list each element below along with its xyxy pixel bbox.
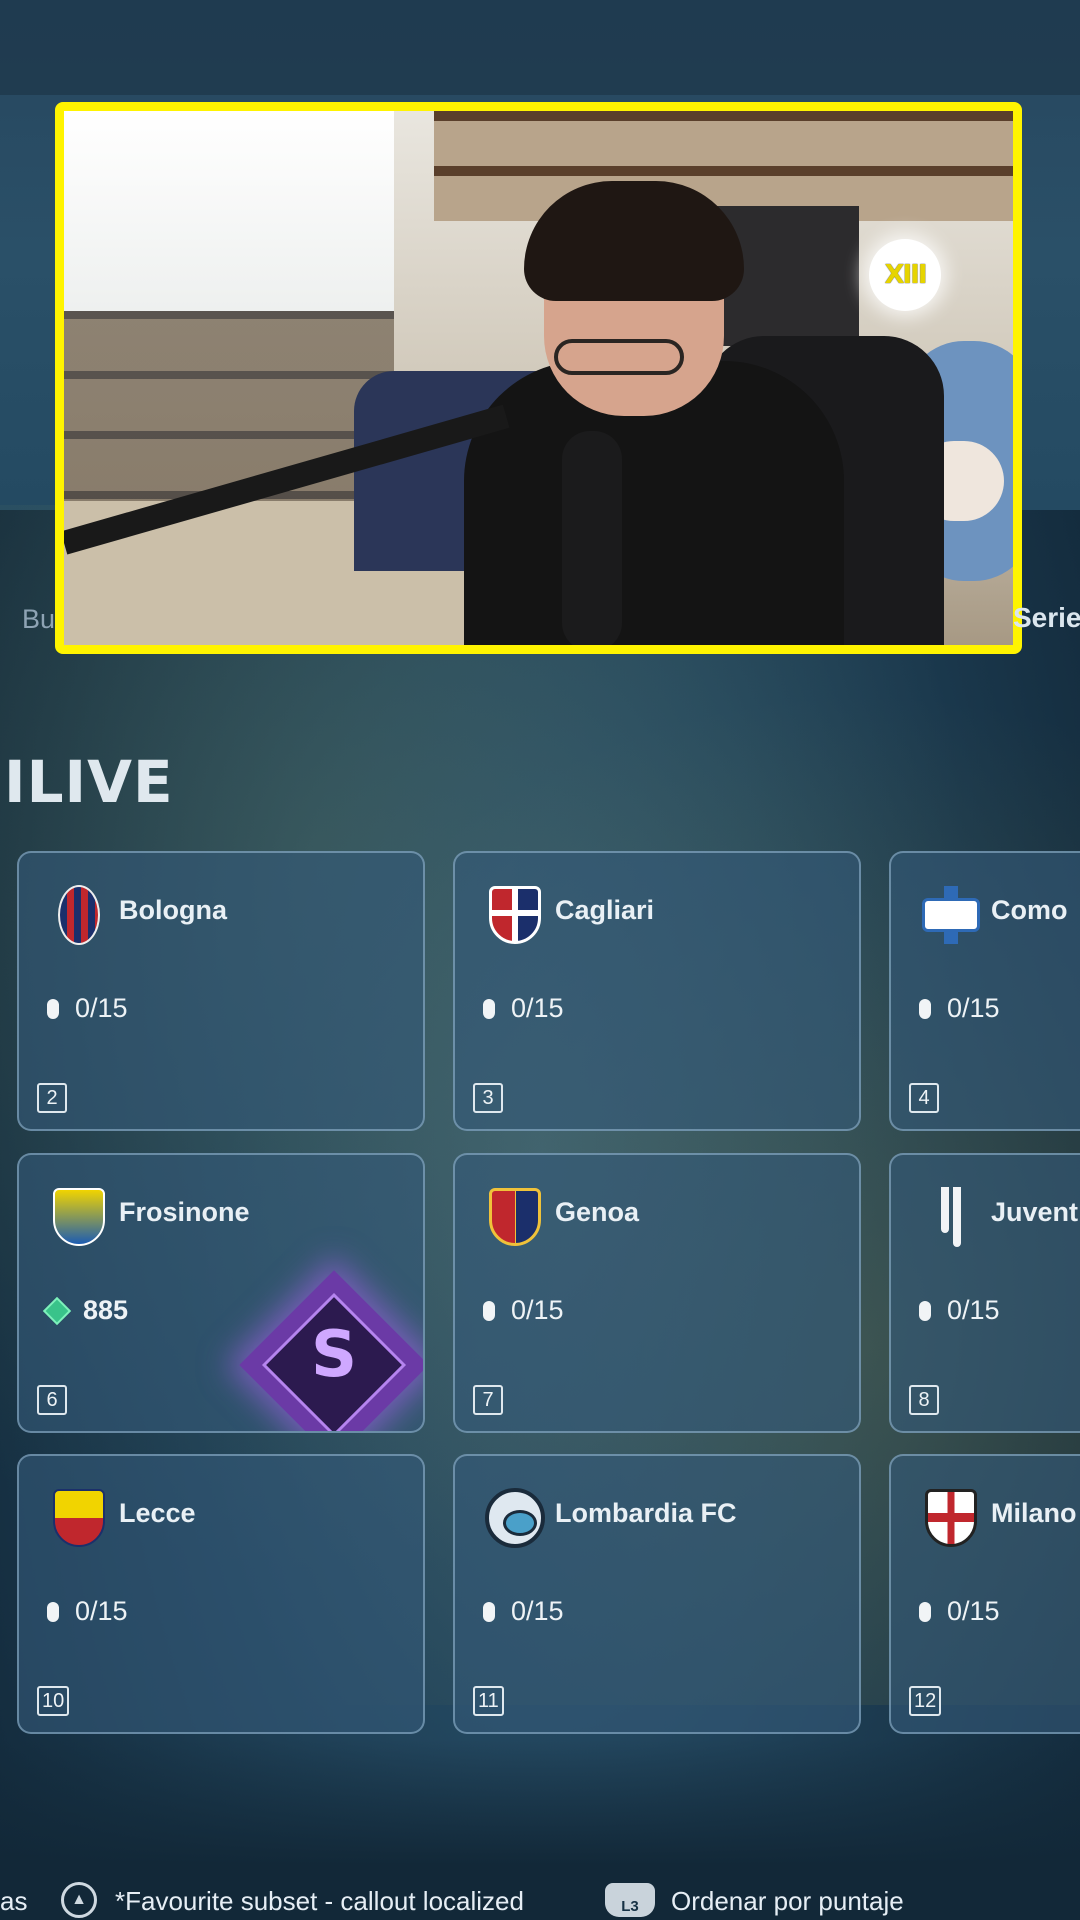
team-name: Cagliari <box>555 895 655 925</box>
card-index: 7 <box>473 1385 503 1415</box>
frosinone-crest-icon <box>49 1185 109 1249</box>
progress-count: 0/15 <box>75 993 128 1023</box>
progress-row: 0/15 <box>919 993 1000 1024</box>
nav-tab-right[interactable]: Serie <box>1013 602 1080 634</box>
lecce-crest-icon <box>49 1486 109 1550</box>
team-name: Genoa <box>555 1197 640 1227</box>
genoa-crest-icon <box>485 1185 545 1249</box>
webcam-window <box>64 111 394 311</box>
card-index: 4 <box>909 1083 939 1113</box>
card-index: 2 <box>37 1083 67 1113</box>
lombardia-crest-icon <box>485 1486 545 1550</box>
team-card-frosinone[interactable]: Frosinone 885 S 6 <box>17 1153 425 1433</box>
team-card-genoa[interactable]: Genoa 0/15 7 <box>453 1153 861 1433</box>
team-name: Lombardia FC <box>555 1498 737 1528</box>
token-icon <box>919 1300 931 1321</box>
team-name: Frosinone <box>119 1197 250 1227</box>
team-name: Lecce <box>119 1498 196 1528</box>
card-index: 8 <box>909 1385 939 1415</box>
card-index: 12 <box>909 1686 942 1716</box>
team-card-milano[interactable]: Milano 0/15 12 <box>889 1454 1080 1734</box>
streamer-logo-icon: XIII <box>869 239 941 311</box>
team-card-lombardia[interactable]: Lombardia FC 0/15 11 <box>453 1454 861 1734</box>
card-index: 11 <box>473 1686 504 1716</box>
team-card-bologna[interactable]: Bologna 0/15 2 <box>17 851 425 1131</box>
gem-icon <box>42 1296 72 1325</box>
progress-row: 0/15 <box>483 1596 564 1627</box>
webcam-microphone <box>562 431 622 645</box>
progress-count: 0/15 <box>511 1295 564 1325</box>
section-title: ILIVE <box>4 748 174 816</box>
webcam-overlay: XIII <box>55 102 1022 654</box>
progress-count: 0/15 <box>947 1295 1000 1325</box>
l3-button-icon[interactable]: L3 <box>605 1883 655 1917</box>
hint-sort: Ordenar por puntaje <box>671 1886 904 1916</box>
card-index: 3 <box>473 1083 503 1113</box>
como-crest-icon <box>921 883 981 947</box>
token-icon <box>919 998 931 1019</box>
points-value: 885 <box>83 1295 129 1325</box>
token-icon <box>919 1601 931 1622</box>
background-top-bar <box>0 0 1080 95</box>
progress-count: 0/15 <box>947 1596 1000 1626</box>
team-name: Milano <box>991 1498 1077 1528</box>
progress-row: 0/15 <box>919 1596 1000 1627</box>
progress-row: 0/15 <box>47 1596 128 1627</box>
webcam-shelf-top <box>434 111 1013 221</box>
hint-cut-text: as <box>0 1886 28 1916</box>
progress-row: 0/15 <box>483 1295 564 1326</box>
card-index: 10 <box>37 1686 70 1716</box>
token-icon <box>483 998 495 1019</box>
progress-count: 0/15 <box>511 993 564 1023</box>
nav-tab-left[interactable]: Bu <box>22 604 55 635</box>
rank-letter: S <box>310 1318 358 1392</box>
milano-crest-icon <box>921 1486 981 1550</box>
progress-count: 0/15 <box>511 1596 564 1626</box>
progress-count: 0/15 <box>947 993 1000 1023</box>
team-name: Bologna <box>119 895 227 925</box>
rank-badge-icon: S <box>239 1270 423 1431</box>
triangle-button-icon[interactable]: ▲ <box>61 1882 97 1918</box>
team-card-lecce[interactable]: Lecce 0/15 10 <box>17 1454 425 1734</box>
team-card-cagliari[interactable]: Cagliari 0/15 3 <box>453 851 861 1131</box>
cagliari-crest-icon <box>485 883 545 947</box>
token-icon <box>483 1300 495 1321</box>
juventus-crest-icon <box>921 1185 981 1249</box>
token-icon <box>47 1601 59 1622</box>
bologna-crest-icon <box>49 883 109 947</box>
progress-row: 0/15 <box>47 993 128 1024</box>
progress-count: 0/15 <box>75 1596 128 1626</box>
token-icon <box>47 998 59 1019</box>
team-card-juventus[interactable]: Juvent 0/15 8 <box>889 1153 1080 1433</box>
progress-row: 0/15 <box>919 1295 1000 1326</box>
points-row: 885 <box>42 1295 129 1326</box>
card-index: 6 <box>37 1385 67 1415</box>
team-name: Juvent <box>991 1197 1079 1227</box>
team-name: Como <box>991 895 1068 925</box>
team-card-como[interactable]: Como 0/15 4 <box>889 851 1080 1131</box>
token-icon <box>483 1601 495 1622</box>
webcam-person-glasses <box>554 339 684 375</box>
progress-row: 0/15 <box>483 993 564 1024</box>
hint-favourite: *Favourite subset - callout localized <box>115 1886 524 1916</box>
